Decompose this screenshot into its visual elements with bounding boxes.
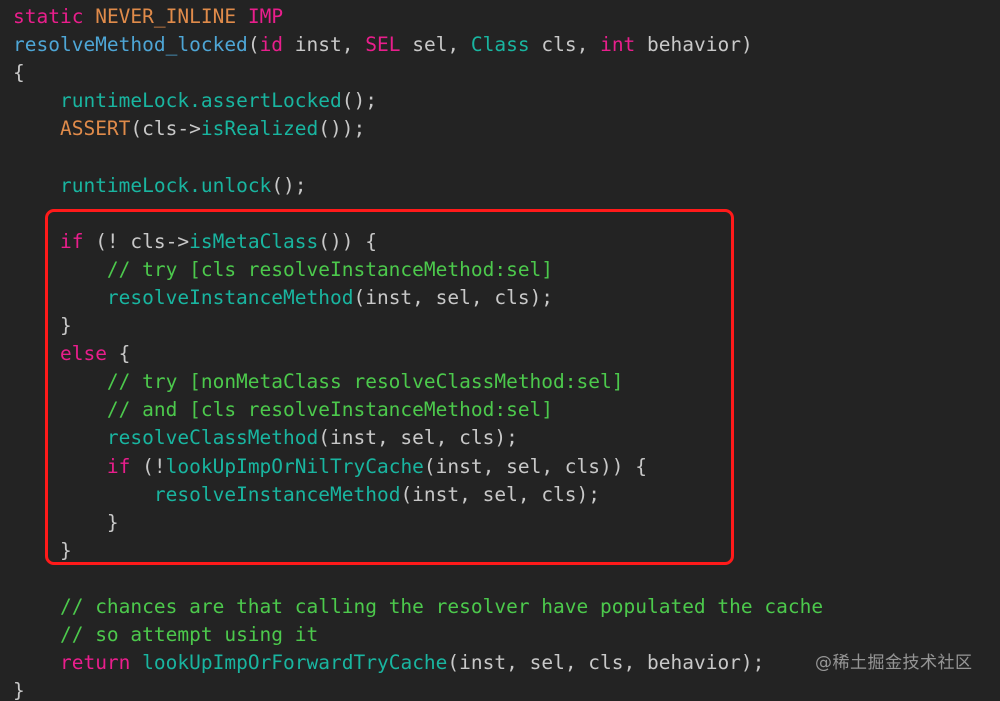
- code-token: .: [189, 173, 201, 197]
- code-line: }: [13, 537, 1000, 565]
- code-token: resolveInstanceMethod: [106, 285, 354, 309]
- code-token: if: [106, 454, 131, 478]
- code-line: }: [13, 312, 1000, 340]
- code-token: // so attempt using it: [59, 623, 319, 647]
- code-line: if (! cls->isMetaClass()) {: [13, 228, 1000, 256]
- code-line: // try [cls resolveInstanceMethod:sel]: [13, 256, 1000, 284]
- code-line: resolveInstanceMethod(inst, sel, cls);: [13, 481, 1000, 509]
- code-token: ()) {: [318, 229, 377, 253]
- code-token: // chances are that calling the resolver…: [59, 594, 824, 618]
- code-token: }: [13, 314, 72, 338]
- code-line: if (!lookUpImpOrNilTryCache(inst, sel, c…: [13, 453, 1000, 481]
- code-token: }: [13, 538, 72, 562]
- code-token: unlock: [200, 173, 272, 197]
- code-token: .: [189, 89, 201, 113]
- code-line: resolveInstanceMethod(inst, sel, cls);: [13, 284, 1000, 312]
- code-token: runtimeLock: [59, 89, 190, 113]
- code-token: (inst, sel, cls)) {: [423, 454, 647, 478]
- code-token: }: [13, 679, 25, 701]
- code-token: ();: [271, 173, 307, 197]
- code-line: else {: [13, 340, 1000, 368]
- code-token: IMP: [247, 5, 284, 28]
- code-line: {: [13, 59, 1000, 87]
- code-line: ASSERT(cls->isRealized());: [13, 115, 1000, 143]
- code-token: isRealized: [200, 117, 319, 141]
- code-token: NEVER_INLINE: [95, 5, 237, 28]
- code-token: cls,: [529, 33, 601, 57]
- code-token: (cls->: [130, 117, 201, 141]
- code-token: sel,: [400, 33, 471, 57]
- code-token: return: [59, 651, 131, 675]
- code-token: id: [259, 33, 284, 57]
- code-token: (inst, sel, cls);: [318, 426, 518, 450]
- code-token: // and [cls resolveInstanceMethod:sel]: [106, 398, 554, 422]
- code-token: ASSERT: [59, 117, 131, 141]
- code-token: assertLocked: [200, 89, 342, 113]
- code-token: {: [106, 342, 131, 366]
- code-token: int: [600, 33, 636, 57]
- code-token: resolveMethod_locked: [13, 33, 248, 57]
- code-token: (! cls->: [83, 229, 190, 253]
- code-token: if: [59, 229, 84, 253]
- code-token: lookUpImpOrNilTryCache: [165, 454, 424, 478]
- watermark-text: @稀土掘金技术社区: [815, 653, 973, 673]
- code-line: }: [13, 509, 1000, 537]
- code-token: else: [59, 342, 107, 366]
- code-token: runtimeLock: [59, 173, 190, 197]
- code-token: }: [13, 510, 119, 534]
- code-line: static NEVER_INLINE IMP: [13, 3, 1000, 31]
- code-token: resolveClassMethod: [106, 426, 319, 450]
- code-line: runtimeLock.assertLocked();: [13, 87, 1000, 115]
- code-token: ();: [341, 89, 377, 113]
- code-line: runtimeLock.unlock();: [13, 172, 1000, 200]
- code-token: (inst, sel, cls);: [400, 482, 601, 506]
- code-line: resolveMethod_locked(id inst, SEL sel, C…: [13, 31, 1000, 59]
- code-line: // try [nonMetaClass resolveClassMethod:…: [13, 368, 1000, 396]
- code-token: // try [cls resolveInstanceMethod:sel]: [106, 257, 554, 281]
- source-code-block[interactable]: static NEVER_INLINE IMP resolveMethod_loc…: [13, 3, 1000, 701]
- code-token: SEL: [365, 33, 401, 57]
- code-token: {: [13, 61, 25, 85]
- code-token: inst,: [283, 33, 366, 57]
- code-token: (inst, sel, cls, behavior);: [447, 651, 765, 675]
- code-token: behavior): [635, 33, 753, 57]
- code-token: // try [nonMetaClass resolveClassMethod:…: [106, 370, 624, 394]
- code-token: Class: [470, 33, 530, 57]
- code-line: // and [cls resolveInstanceMethod:sel]: [13, 396, 1000, 424]
- code-token: resolveInstanceMethod: [153, 482, 401, 506]
- code-line: resolveClassMethod(inst, sel, cls);: [13, 424, 1000, 452]
- code-line: }: [13, 677, 1000, 701]
- code-token: isMetaClass: [189, 229, 319, 253]
- code-token: (inst, sel, cls);: [353, 285, 554, 309]
- code-screenshot: static NEVER_INLINE IMP resolveMethod_loc…: [0, 0, 1000, 701]
- code-token: (!: [130, 454, 166, 478]
- code-line: // chances are that calling the resolver…: [13, 593, 1000, 621]
- code-token: (: [247, 33, 260, 57]
- code-line: // so attempt using it: [13, 621, 1000, 649]
- code-token: lookUpImpOrForwardTryCache: [142, 651, 448, 675]
- code-token: static: [13, 5, 84, 28]
- code-token: ());: [318, 117, 366, 141]
